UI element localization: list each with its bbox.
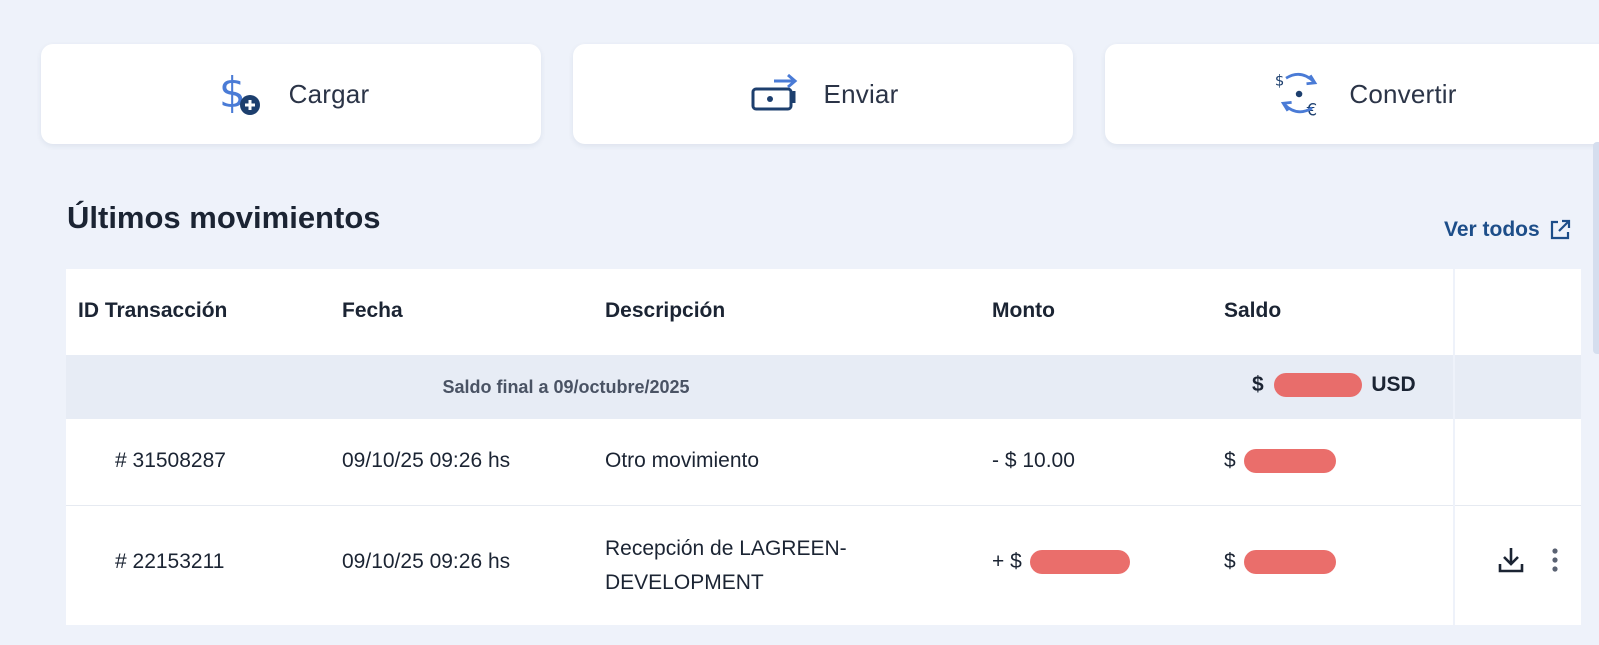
side-scroll-tab[interactable]: [1593, 142, 1599, 354]
section-title: Últimos movimientos: [67, 200, 381, 235]
row-id: # 31508287: [115, 449, 226, 472]
row-amount: + $: [992, 550, 1130, 575]
summary-row: Saldo final a 09/octubre/2025 $ USD: [66, 355, 1453, 419]
movements-table: ID Transacción Fecha Descripción Monto S…: [66, 269, 1453, 625]
currency-convert-icon: $ €: [1273, 67, 1327, 121]
convertir-button[interactable]: $ € Convertir: [1105, 44, 1599, 144]
row-id: # 22153211: [115, 550, 225, 573]
header-fecha: Fecha: [342, 299, 403, 322]
cargar-label: Cargar: [288, 78, 370, 109]
enviar-button[interactable]: Enviar: [573, 44, 1073, 144]
more-vertical-icon[interactable]: [1535, 540, 1575, 580]
summary-balance-suffix: USD: [1371, 373, 1416, 396]
redacted-value: [1243, 550, 1336, 575]
redacted-value: [1273, 373, 1362, 398]
row-balance: $: [1224, 550, 1336, 575]
header-descripcion: Descripción: [605, 299, 726, 322]
row-balance-prefix: $: [1224, 449, 1236, 472]
row-description: Recepción de LAGREEN-DEVELOPMENT: [605, 537, 847, 594]
header-saldo: Saldo: [1224, 299, 1282, 322]
table-header-row: ID Transacción Fecha Descripción Monto S…: [66, 269, 1453, 355]
summary-balance: $ USD: [1252, 373, 1416, 398]
ver-todos-link[interactable]: Ver todos: [1444, 218, 1572, 242]
summary-text: Saldo final a 09/octubre/2025: [442, 377, 690, 397]
row-balance-prefix: $: [1224, 550, 1236, 573]
row-balance: $: [1224, 449, 1336, 474]
row-actions: [1491, 540, 1575, 580]
summary-balance-prefix: $: [1252, 373, 1264, 396]
download-icon[interactable]: [1491, 540, 1531, 580]
send-card-icon: [748, 67, 802, 121]
redacted-value: [1243, 449, 1336, 474]
external-link-icon: [1548, 218, 1572, 242]
header-id: ID Transacción: [78, 299, 228, 322]
table-row[interactable]: # 31508287 09/10/25 09:26 hs Otro movimi…: [66, 419, 1453, 505]
convertir-label: Convertir: [1349, 78, 1457, 109]
enviar-label: Enviar: [823, 78, 899, 109]
dollar-plus-icon: $: [213, 67, 267, 121]
table-row[interactable]: # 22153211 09/10/25 09:26 hs Recepción d…: [66, 506, 1453, 625]
ver-todos-label: Ver todos: [1444, 218, 1540, 241]
svg-text:$: $: [1275, 72, 1284, 90]
row-date: 09/10/25 09:26 hs: [342, 550, 511, 573]
row-divider: [1455, 505, 1581, 506]
row-date: 09/10/25 09:26 hs: [342, 449, 511, 472]
cargar-button[interactable]: $ Cargar: [41, 44, 541, 144]
row-amount-prefix: + $: [992, 550, 1022, 573]
actions-column-summary: [1455, 355, 1581, 419]
row-description: Otro movimiento: [605, 449, 760, 472]
header-monto: Monto: [992, 299, 1055, 322]
redacted-value: [1029, 550, 1130, 575]
row-amount: - $ 10.00: [992, 449, 1075, 472]
page: $ Cargar Enviar $ € Convertir Últimos mo…: [0, 0, 1599, 645]
